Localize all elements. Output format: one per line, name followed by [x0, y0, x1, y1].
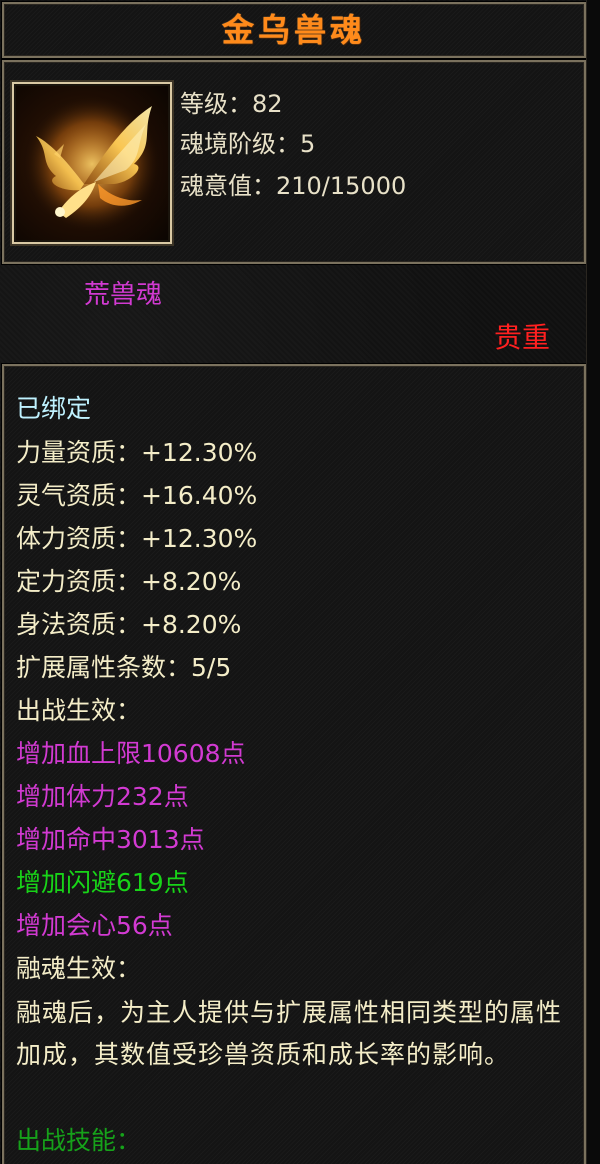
fusion-description: 融魂后，为主人提供与扩展属性相同类型的属性加成，其数值受珍兽资质和成长率的影响。 — [16, 998, 563, 1069]
golden-crow-phoenix-icon — [12, 82, 172, 244]
right-edge — [586, 0, 600, 1164]
rarity-label: 贵重 — [493, 321, 550, 354]
aptitude-spirit: 灵气资质：+16.40% — [16, 481, 258, 510]
item-title: 金乌兽魂 — [221, 11, 366, 49]
effect-hit: 增加命中3013点 — [16, 825, 205, 854]
type-rarity-band: 荒兽魂 贵重 — [0, 264, 600, 360]
aptitude-strength: 力量资质：+12.30% — [16, 438, 258, 467]
effect-crit: 增加会心56点 — [16, 911, 173, 940]
aptitude-focus: 定力资质：+8.20% — [16, 567, 242, 596]
fusion-title: 融魂生效： — [16, 954, 142, 983]
battle-skill-title: 出战技能： — [16, 1126, 142, 1155]
aptitude-stamina: 体力资质：+12.30% — [16, 524, 258, 553]
battle-effect-title: 出战生效： — [16, 696, 142, 725]
bound-status: 已绑定 — [16, 394, 92, 423]
stage-stat: 魂境阶级：5 — [180, 130, 316, 158]
item-header: 等级：82 魂境阶级：5 魂意值：210/15000 — [2, 60, 586, 264]
soul-type-label: 荒兽魂 — [84, 280, 163, 310]
level-stat: 等级：82 — [180, 90, 283, 118]
extension-count: 扩展属性条数：5/5 — [16, 653, 232, 682]
title-bar: 金乌兽魂 — [2, 2, 586, 58]
aptitude-agility: 身法资质：+8.20% — [16, 610, 242, 639]
soul-value-stat: 魂意值：210/15000 — [180, 172, 407, 200]
attribute-list: 已绑定 力量资质：+12.30% 灵气资质：+16.40% 体力资质：+12.3… — [2, 364, 586, 1164]
soul-tooltip-panel: 金乌兽魂 等级：82 魂境阶级：5 魂意值：210/15000 荒兽魂 贵重 已… — [0, 0, 600, 1164]
effect-stamina: 增加体力232点 — [16, 782, 189, 811]
effect-hp: 增加血上限10608点 — [16, 739, 246, 768]
effect-dodge: 增加闪避619点 — [16, 868, 189, 897]
